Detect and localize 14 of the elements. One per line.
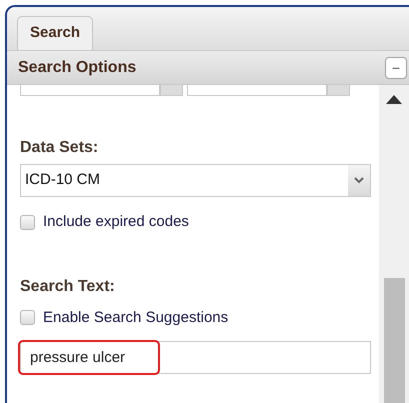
field-label: Data Sets: xyxy=(20,138,100,158)
search-text-field[interactable]: pressure ulcer xyxy=(20,341,371,374)
checkbox[interactable] xyxy=(20,214,35,230)
field-label: Search Text: xyxy=(20,276,116,296)
checkbox-label: Enable Search Suggestions xyxy=(43,308,228,328)
scroll-up-icon[interactable] xyxy=(386,95,402,104)
checkbox-label: Include expired codes xyxy=(43,212,189,232)
data-sets-dropdown[interactable]: ICD-10 CM xyxy=(20,164,371,197)
checkbox[interactable] xyxy=(20,310,35,326)
tab[interactable]: Search xyxy=(17,16,94,50)
collapse-button[interactable]: − xyxy=(385,56,407,78)
panel-title: Search Options xyxy=(18,58,136,78)
caret-icon xyxy=(348,165,370,196)
scroll-thumb[interactable] xyxy=(384,278,404,403)
